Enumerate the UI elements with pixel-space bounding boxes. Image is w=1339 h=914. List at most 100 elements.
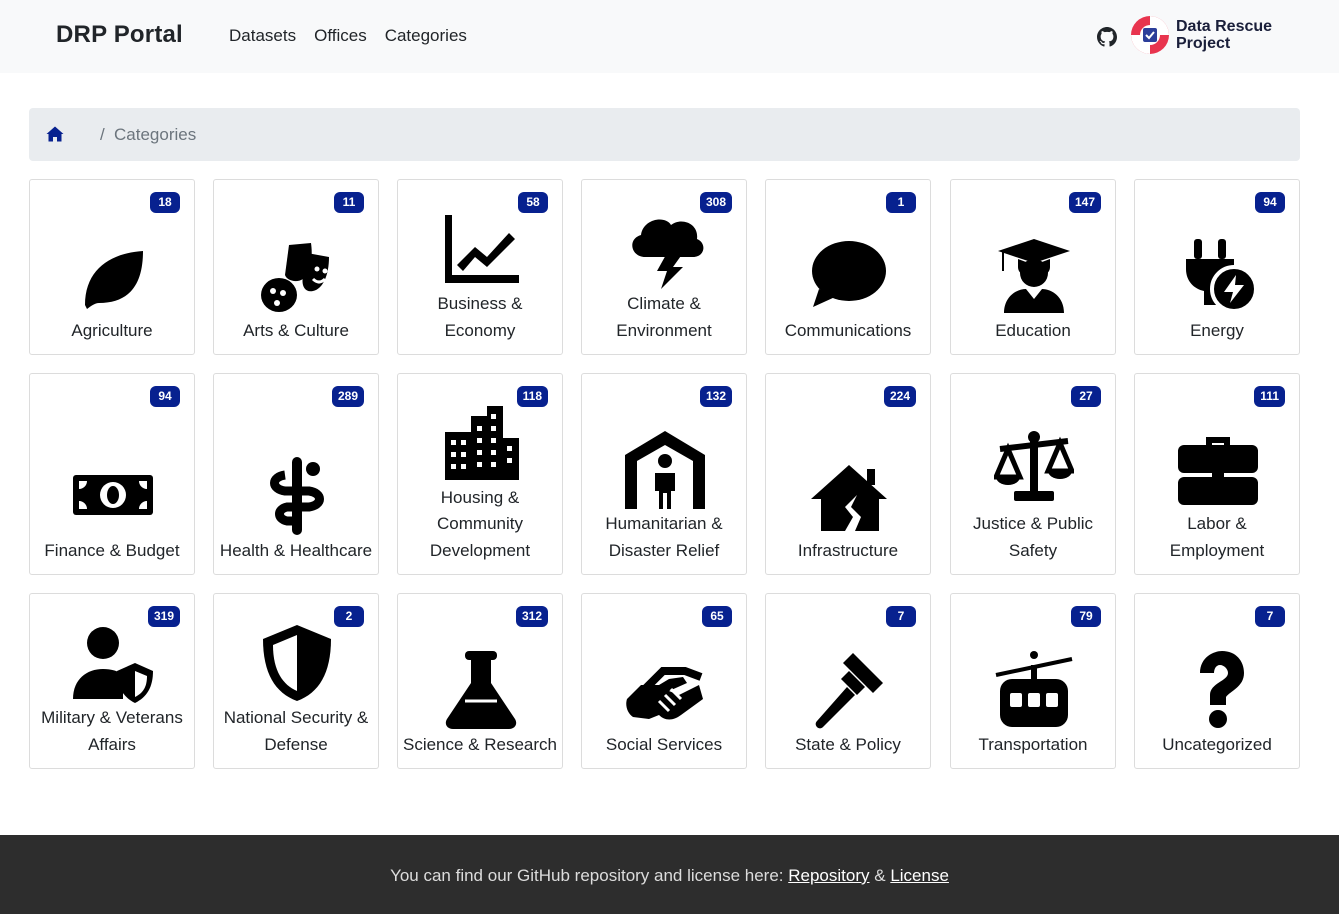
category-card-graduate[interactable]: 147 Education [950,179,1116,355]
category-card-theater-masks[interactable]: 11 Arts & Culture [213,179,379,355]
dataset-count-badge: 147 [1068,192,1101,213]
category-label: National Security & Defense [223,708,369,754]
logo-text-line1: Data Rescue [1176,18,1273,35]
dataset-count-badge: 7 [886,606,916,627]
dataset-count-badge: 118 [516,386,548,407]
handshake-icon [625,649,705,729]
category-card-handshake[interactable]: 65 Social Services [581,593,747,769]
category-card-cable-car[interactable]: 79 Transportation [950,593,1116,769]
dataset-count-badge: 94 [150,386,180,407]
gavel-icon [809,649,889,729]
navbar: DRP Portal Datasets Offices Categories D… [0,0,1339,73]
category-card-user-shield[interactable]: 319 Military & Veterans Affairs [29,593,195,769]
category-card-money-bill[interactable]: 94 Finance & Budget [29,373,195,575]
nav-link-categories[interactable]: Categories [385,26,467,46]
dataset-count-badge: 2 [334,606,364,627]
money-bill-icon [73,455,153,535]
home-icon[interactable] [46,126,64,142]
briefcase-icon [1178,429,1258,509]
category-card-speech-bubble[interactable]: 1 Communications [765,179,931,355]
category-card-plug-bolt[interactable]: 94 Energy [1134,179,1300,355]
breadcrumb-separator: / [100,125,105,144]
category-card-flask[interactable]: 312 Science & Research [397,593,563,769]
category-label: Transportation [978,734,1088,754]
category-label: Infrastructure [797,540,899,560]
category-label: Social Services [605,734,723,754]
user-shield-icon [73,623,153,703]
dataset-count-badge: 224 [883,386,916,407]
breadcrumb-current: Categories [114,125,197,144]
category-label: Finance & Budget [44,540,180,560]
question-icon [1178,649,1258,729]
category-card-gavel[interactable]: 7 State & Policy [765,593,931,769]
category-label: Communications [784,320,912,340]
dataset-count-badge: 7 [1255,606,1285,627]
category-label: Labor & Employment [1169,514,1265,560]
dataset-count-badge: 1 [886,192,916,213]
category-label: Justice & Public Safety [973,514,1093,560]
category-card-briefcase[interactable]: 111 Labor & Employment [1134,373,1300,575]
nav-link-offices[interactable]: Offices [314,26,367,46]
repository-link[interactable]: Repository [788,866,869,885]
person-shelter-icon [625,429,705,509]
footer-ampersand: & [874,866,886,885]
category-card-shield[interactable]: 2 National Security & Defense [213,593,379,769]
category-label: State & Policy [795,734,901,754]
github-icon[interactable] [1097,27,1117,47]
category-label: Agriculture [71,320,153,340]
dataset-count-badge: 312 [515,606,548,627]
nav-link-datasets[interactable]: Datasets [229,26,296,46]
graduate-icon [994,235,1074,315]
category-label: Education [995,320,1071,340]
category-label: Uncategorized [1162,734,1272,754]
dataset-count-badge: 111 [1254,386,1285,407]
category-card-scale[interactable]: 27 Justice & Public Safety [950,373,1116,575]
staff-snake-icon [257,455,337,535]
dataset-count-badge: 11 [334,192,364,213]
category-card-staff-snake[interactable]: 289 Health & Healthcare [213,373,379,575]
category-label: Humanitarian & Disaster Relief [605,514,723,560]
category-card-house-crack[interactable]: 224 Infrastructure [765,373,931,575]
dataset-count-badge: 94 [1255,192,1285,213]
cable-car-icon [994,649,1074,729]
category-card-line-chart[interactable]: 58 Business & Economy [397,179,563,355]
footer-text: You can find our GitHub repository and l… [390,866,784,885]
category-card-person-shelter[interactable]: 132 Humanitarian & Disaster Relief [581,373,747,575]
dataset-count-badge: 27 [1071,386,1101,407]
data-rescue-project-logo[interactable]: Data Rescue Project [1130,15,1290,57]
dataset-count-badge: 18 [150,192,180,213]
line-chart-icon [441,209,521,289]
dataset-count-badge: 65 [702,606,732,627]
category-label: Health & Healthcare [219,540,373,560]
city-icon [441,402,521,482]
category-card-city[interactable]: 118 Housing & Community Development [397,373,563,575]
category-label: Climate & Environment [616,294,712,340]
license-link[interactable]: License [890,866,949,885]
logo-text-line2: Project [1176,35,1231,52]
theater-masks-icon [257,235,337,315]
footer-text-container: You can find our GitHub repository and l… [0,866,1339,886]
dataset-count-badge: 132 [699,386,732,407]
category-label: Housing & Community Development [429,487,531,560]
dataset-count-badge: 58 [518,192,548,213]
house-crack-icon [809,455,889,535]
category-label: Military & Veterans Affairs [41,708,183,754]
category-label: Business & Economy [437,294,523,340]
dataset-count-badge: 79 [1071,606,1101,627]
storm-cloud-icon [625,209,705,289]
dataset-count-badge: 289 [331,386,364,407]
leaf-icon [73,235,153,315]
category-label: Energy [1190,320,1244,340]
flask-icon [441,649,521,729]
category-label: Science & Research [402,734,558,754]
breadcrumb: / Categories [29,108,1300,161]
footer: You can find our GitHub repository and l… [0,835,1339,914]
shield-icon [257,623,337,703]
speech-bubble-icon [809,235,889,315]
category-card-storm-cloud[interactable]: 308 Climate & Environment [581,179,747,355]
category-card-question[interactable]: 7 Uncategorized [1134,593,1300,769]
category-card-leaf[interactable]: 18 Agriculture [29,179,195,355]
plug-bolt-icon [1178,235,1258,315]
brand-title[interactable]: DRP Portal [56,21,183,49]
nav-links: Datasets Offices Categories [229,26,485,46]
